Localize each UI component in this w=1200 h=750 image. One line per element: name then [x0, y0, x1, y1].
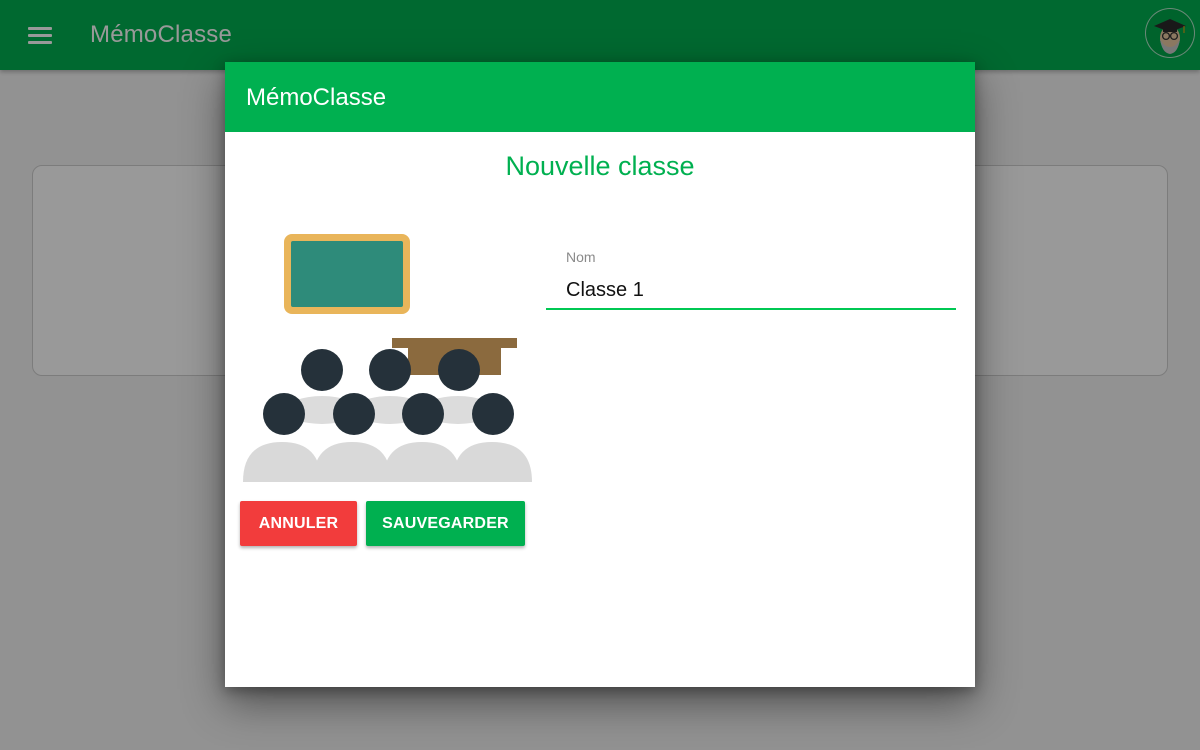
classroom-illustration-icon	[240, 230, 540, 486]
dialog-title: MémoClasse	[246, 84, 387, 111]
save-button[interactable]: SAUVEGARDER	[366, 501, 525, 546]
name-input[interactable]	[546, 272, 956, 310]
dialog-header: MémoClasse	[225, 62, 975, 132]
cancel-button[interactable]: ANNULER	[240, 501, 357, 546]
name-field-label: Nom	[566, 249, 596, 265]
name-field: Nom	[546, 244, 956, 312]
dialog-heading: Nouvelle classe	[505, 151, 695, 181]
app-screen: MémoClasse MémoClasse Nouvelle classe No…	[0, 0, 1200, 750]
new-class-dialog: MémoClasse Nouvelle classe Nom Classe 1 …	[225, 62, 975, 687]
